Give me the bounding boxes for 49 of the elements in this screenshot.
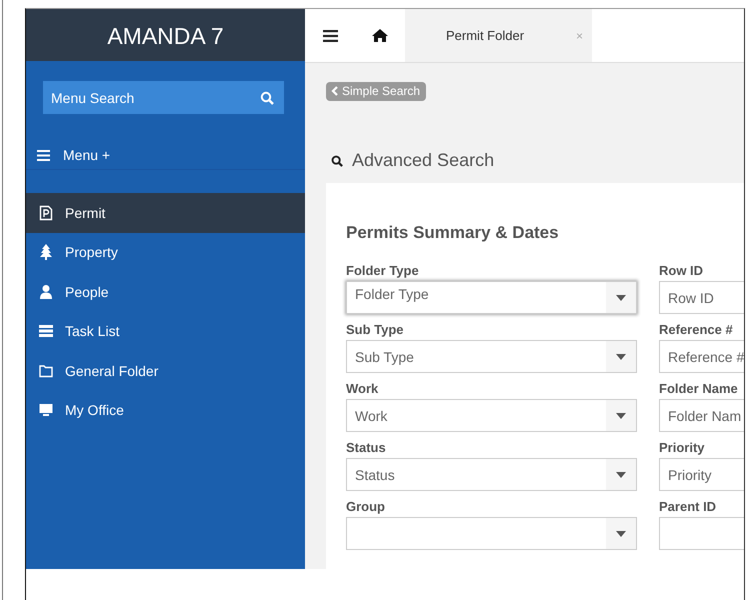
caret-icon <box>616 294 626 300</box>
tree-icon <box>39 244 53 260</box>
sidebar-item[interactable]: General Folder <box>26 351 305 390</box>
field-label: Sub Type <box>346 322 405 337</box>
tab[interactable]: Permit Folder × <box>405 9 592 62</box>
search-icon <box>260 91 274 105</box>
person-icon <box>39 284 53 300</box>
menu-icon[interactable] <box>322 30 338 42</box>
monitor-icon <box>39 402 53 418</box>
sidebar-item[interactable]: My Office <box>26 390 305 430</box>
field-label: Folder Type <box>346 263 420 278</box>
menu-label[interactable]: Menu + <box>63 147 110 163</box>
dropdown-field[interactable]: Status <box>346 458 637 491</box>
caret-icon <box>616 354 626 360</box>
home-icon[interactable] <box>372 29 388 42</box>
dropdown-field[interactable]: Work <box>346 399 637 432</box>
dropdown-field[interactable]: Sub Type <box>346 340 637 373</box>
sidebar-item[interactable]: People <box>26 272 305 312</box>
sidebar-item[interactable]: Property <box>26 232 305 272</box>
input-field[interactable]: Priority <box>659 458 744 491</box>
search-icon <box>331 154 343 166</box>
section-title: Permits Summary & Dates <box>346 223 560 243</box>
sidebar-item[interactable]: Task List <box>26 312 305 351</box>
field-label: Reference # <box>659 322 734 337</box>
input-field[interactable]: Reference # <box>659 340 744 373</box>
field-label: Parent ID <box>659 499 718 514</box>
field-label: Priority <box>659 440 706 455</box>
caret-icon <box>616 412 626 418</box>
input-field[interactable]: Row ID <box>659 281 744 314</box>
chevron-icon <box>331 86 338 96</box>
app-logo: AMANDA 7 <box>26 9 305 61</box>
field-label: Status <box>346 440 387 455</box>
list-icon <box>39 323 53 340</box>
menu-search-field[interactable]: Menu Search <box>43 81 284 114</box>
caret-icon <box>616 530 626 536</box>
dropdown-field[interactable] <box>346 517 637 550</box>
field-label: Work <box>346 381 380 396</box>
sidebar-item[interactable]: Permit <box>26 193 305 232</box>
input-field[interactable]: Folder Nam <box>659 399 744 432</box>
field-label: Group <box>346 499 386 514</box>
dropdown-field[interactable]: Folder Type <box>346 281 637 314</box>
field-label: Folder Name <box>659 381 739 396</box>
folder-icon <box>39 362 53 379</box>
caret-icon <box>616 472 626 478</box>
menu-icon[interactable] <box>37 150 50 160</box>
field-label: Row ID <box>659 263 704 278</box>
document-icon <box>39 204 53 221</box>
page-heading: Advanced Search <box>352 150 494 171</box>
input-field[interactable] <box>659 517 744 550</box>
